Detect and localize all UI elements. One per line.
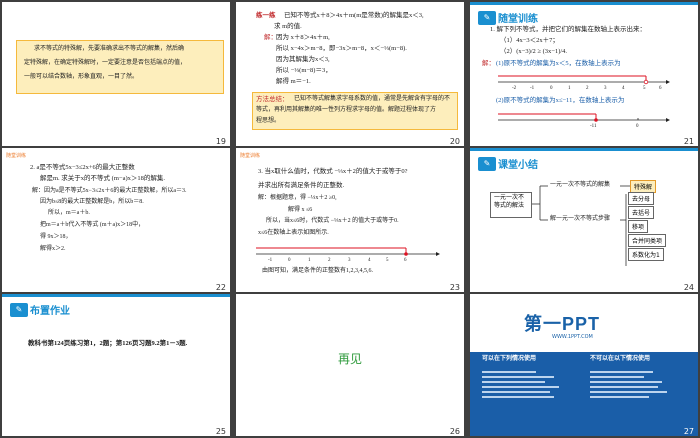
tick-label: 1 xyxy=(568,86,571,91)
slide-number: 23 xyxy=(449,283,460,292)
slide-number: 21 xyxy=(683,137,694,146)
solution-line: 因为b≤8的最大正整数解是b，所以b＝8. xyxy=(40,199,144,205)
tick-label: -2 xyxy=(512,86,517,91)
tip-label: 方法总结： xyxy=(256,96,289,103)
section-header: ✎ 布置作业 xyxy=(10,302,70,317)
summary-line: 定特殊解，在确定特殊解时，一定要注意是否包括端点的值， xyxy=(24,60,187,66)
slide-number: 27 xyxy=(683,427,694,436)
forbidden-heading: 不可以在以下情况使用 xyxy=(590,356,651,362)
step-box: 去分母 xyxy=(628,192,655,205)
slide-22[interactable]: 随堂训练 2. a是不等式5x−3≤2x+6的最大正整数 解是m. 求关于x的不… xyxy=(2,148,230,292)
tick-label: 3 xyxy=(348,258,351,263)
slide-number: 20 xyxy=(449,137,460,146)
solution-line: 解得 m＝−1. xyxy=(276,78,311,85)
tip-line: 程思想。 xyxy=(256,118,281,124)
tick-label: 0 xyxy=(550,86,553,91)
summary-line: 一般可以结合数轴，形象直观，一目了然。 xyxy=(24,74,139,80)
branch-top: 一元一次不等式的解集 xyxy=(550,182,611,188)
slide-number: 26 xyxy=(449,427,460,436)
slide-number: 24 xyxy=(683,283,694,292)
slide-20[interactable]: 练一练 已知不等式x＋8＞4x＋m(m是常数)的解集是x＜3, 求 m的值. 解… xyxy=(236,2,464,146)
tick-label: 0 xyxy=(288,258,291,263)
summary-line: 求不等式的特殊解，先要准确求出不等式的解集，然后确 xyxy=(34,46,185,52)
section-title: 布置作业 xyxy=(30,306,70,317)
solution-line: 解：因为a是不等式5x−3≤2x＋6的最大正整数解，所以a＝3. xyxy=(32,188,187,194)
brand-logo: 第一PPT xyxy=(524,314,601,334)
number-lines xyxy=(498,75,670,122)
slide-number: 19 xyxy=(215,137,226,146)
homework-text: 教科书第124页练习第1，2题；第126页习题9.2第1－3题. xyxy=(28,340,188,347)
tick-label: 4 xyxy=(368,258,371,263)
tick-label: -1 xyxy=(268,258,273,263)
question-cont: 求 m的值. xyxy=(274,23,302,30)
tick-label: 0 xyxy=(636,124,639,129)
solution-line: 因为 x＋8＞4x＋m, xyxy=(276,34,330,41)
slide-26[interactable]: 再见 26 xyxy=(236,294,464,436)
slide-21[interactable]: ✎ 随堂训练 1. 解下列不等式，并把它们的解集在数轴上表示出来： （1）4x−3… xyxy=(470,2,698,146)
tick-label: 6 xyxy=(404,258,407,263)
solution-line: 所以 −⅓(m−8)＝3， xyxy=(276,67,332,74)
tick-label: 1 xyxy=(308,258,311,263)
solution-line: 所以 x−4x＞m−8，即−3x＞m−8，x＜−⅓(m−8). xyxy=(276,45,407,52)
solution-line: 得 9x＞18， xyxy=(40,234,72,240)
branch-bottom: 解一元一次不等式步骤 xyxy=(550,216,611,222)
slide-number: 25 xyxy=(215,427,226,436)
header-icon: ✎ xyxy=(10,302,28,317)
slide-number: 22 xyxy=(215,283,226,292)
forbidden-list xyxy=(590,368,680,424)
allowed-heading: 可以在下列情况使用 xyxy=(482,356,537,362)
tick-label: 2 xyxy=(586,86,589,91)
slide-24[interactable]: ✎ 课堂小结 一元一次不等式的解法 一元一次不等式的解集 特殊解 解一元一次不等式… xyxy=(470,148,698,292)
top-bar xyxy=(2,294,230,297)
exercise-label: 练一练 xyxy=(256,12,276,19)
solution-line: 解得x＞2. xyxy=(40,246,66,252)
slide-27[interactable]: 第一PPT WWW.1PPT.COM 可以在下列情况使用 不可以在以下情况使用 … xyxy=(470,294,698,436)
tip-line: 已知不等式解集求字母系数的值，通常是先解含有字母的不 xyxy=(294,96,451,102)
tick-label: 5 xyxy=(386,258,389,263)
tick-label: 4 xyxy=(622,86,625,91)
section-label: 随堂训练 xyxy=(6,153,27,159)
question: 已知不等式x＋8＞4x＋m(m是常数)的解集是x＜3, xyxy=(284,12,424,19)
tip-line: 等式，再利用其解集的唯一性列方程求字母的值。解题过程体现了方 xyxy=(256,107,437,113)
question-line: 2. a是不等式5x−3≤2x+6的最大正整数 xyxy=(30,164,135,171)
tick-label: 2 xyxy=(328,258,331,263)
solution-line: 把m＝a＋b代入不等式 (m＋a)x＞18中， xyxy=(40,222,145,228)
slide-23[interactable]: 随堂训练 3. 当x取什么值时，代数式 −⅓x＋2的值大于或等于0? 并求出所有… xyxy=(236,148,464,292)
step-box: 系数化为1 xyxy=(628,248,664,261)
allowed-list xyxy=(482,368,572,424)
goodbye-text: 再见 xyxy=(337,352,362,366)
solution-line: 所以，m＝a＋b. xyxy=(48,210,90,216)
slide-19[interactable]: 求不等式的特殊解，先要准确求出不等式的解集，然后确 定特殊解，在确定特殊解时，一… xyxy=(2,2,230,146)
slide-25[interactable]: ✎ 布置作业 教科书第124页练习第1，2题；第126页习题9.2第1－3题. 2… xyxy=(2,294,230,436)
conclusion: 由图可知，满足条件的正整数有1,2,3,4,5,6. xyxy=(262,268,374,274)
answer-2: (2)原不等式的解集为x≤−11，在数轴上表示为 xyxy=(496,97,625,104)
center-box: 一元一次不等式的解法 xyxy=(490,192,532,218)
tick-label: -1 xyxy=(530,86,535,91)
question-line: 解是m. 求关于x的不等式 (m−a)x＞18的解集. xyxy=(40,175,165,182)
tick-label: 5 xyxy=(643,86,646,91)
step-box: 去括号 xyxy=(628,206,655,219)
solution-line: 因为其解集为x＜3, xyxy=(276,56,330,63)
tick-label: 3 xyxy=(604,86,607,91)
tick-label: -11 xyxy=(590,124,597,129)
brand-url: WWW.1PPT.COM xyxy=(552,334,593,340)
step-box: 移项 xyxy=(628,220,649,233)
tick-label: 6 xyxy=(659,86,662,91)
step-box: 合并同类项 xyxy=(628,234,667,247)
